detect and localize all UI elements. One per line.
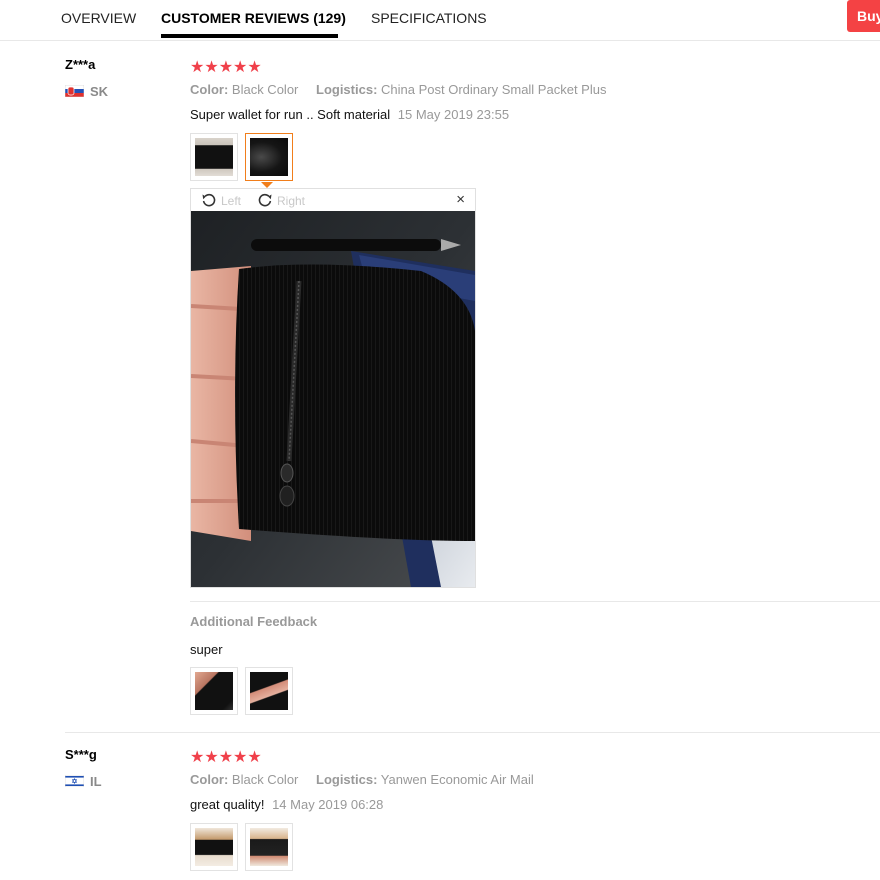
slovakia-flag-icon xyxy=(64,84,85,98)
viewer-toolbar: Left Right × xyxy=(191,189,475,211)
logistics-label: Logistics: xyxy=(316,772,378,787)
wrist-photo-image xyxy=(250,672,288,710)
wallet-photo-image xyxy=(250,138,288,176)
color-value: Black Color xyxy=(231,82,299,97)
photo-viewer: Left Right × xyxy=(190,188,476,588)
review-divider xyxy=(65,732,880,733)
review-date: 14 May 2019 06:28 xyxy=(272,797,384,812)
review-meta: Color: Black Color Logistics: China Post… xyxy=(190,82,606,97)
logistics-value: Yanwen Economic Air Mail xyxy=(380,772,534,787)
review-meta: Color: Black Color Logistics: Yanwen Eco… xyxy=(190,772,534,787)
review-text: Super wallet for run .. Soft material xyxy=(190,107,391,122)
product-tabs: OVERVIEW CUSTOMER REVIEWS (129) SPECIFIC… xyxy=(0,0,880,41)
wallet-photo-image xyxy=(195,138,233,176)
additional-photo-thumbnail[interactable] xyxy=(245,667,293,715)
additional-photo-thumbnail[interactable] xyxy=(190,667,238,715)
reviewer-country: IL xyxy=(64,774,102,789)
rotate-left-icon xyxy=(202,193,216,207)
rotate-right-button[interactable]: Right xyxy=(257,192,305,208)
wallet-on-wrist-photo xyxy=(191,211,475,587)
active-tab-indicator xyxy=(161,34,338,38)
rotate-right-icon xyxy=(258,193,272,207)
review-photo-thumbnail-selected[interactable] xyxy=(245,133,293,181)
review-date: 15 May 2019 23:55 xyxy=(397,107,510,122)
tab-specifications[interactable]: SPECIFICATIONS xyxy=(371,10,487,26)
country-code: SK xyxy=(90,84,109,99)
color-label: Color: xyxy=(190,772,229,787)
tab-overview[interactable]: OVERVIEW xyxy=(61,10,136,26)
review-photo-thumbnail[interactable] xyxy=(245,823,293,871)
star-rating: ★★★★★ xyxy=(190,749,262,766)
divider xyxy=(190,601,880,602)
review-photo-thumbnail[interactable] xyxy=(190,823,238,871)
review-text-line: great quality! 14 May 2019 06:28 xyxy=(190,797,383,812)
wrist-photo-image xyxy=(195,828,233,866)
buy-button[interactable]: Buy xyxy=(847,0,880,32)
star-rating: ★★★★★ xyxy=(190,59,262,76)
additional-feedback-text: super xyxy=(190,642,223,657)
review-photo-thumbnail[interactable] xyxy=(190,133,238,181)
rotate-left-label: Left xyxy=(221,194,242,208)
review-text-line: Super wallet for run .. Soft material 15… xyxy=(190,107,509,122)
country-code: IL xyxy=(90,774,102,789)
reviewer-name: Z***a xyxy=(65,57,96,72)
close-viewer-icon[interactable]: × xyxy=(456,191,465,208)
color-value: Black Color xyxy=(231,772,299,787)
reviewer-country: SK xyxy=(64,84,109,99)
review-text: great quality! xyxy=(190,797,265,812)
wrist-photo-image xyxy=(250,828,288,866)
israel-flag-icon xyxy=(64,774,85,788)
tab-customer-reviews[interactable]: CUSTOMER REVIEWS (129) xyxy=(161,10,346,26)
logistics-label: Logistics: xyxy=(316,82,378,97)
reviewer-name: S***g xyxy=(65,747,97,762)
additional-feedback-label: Additional Feedback xyxy=(190,614,318,629)
review-photo-large xyxy=(191,211,475,587)
rotate-left-button[interactable]: Left xyxy=(201,192,241,208)
wrist-photo-image xyxy=(195,672,233,710)
color-label: Color: xyxy=(190,82,229,97)
logistics-value: China Post Ordinary Small Packet Plus xyxy=(381,82,607,97)
rotate-right-label: Right xyxy=(277,194,306,208)
